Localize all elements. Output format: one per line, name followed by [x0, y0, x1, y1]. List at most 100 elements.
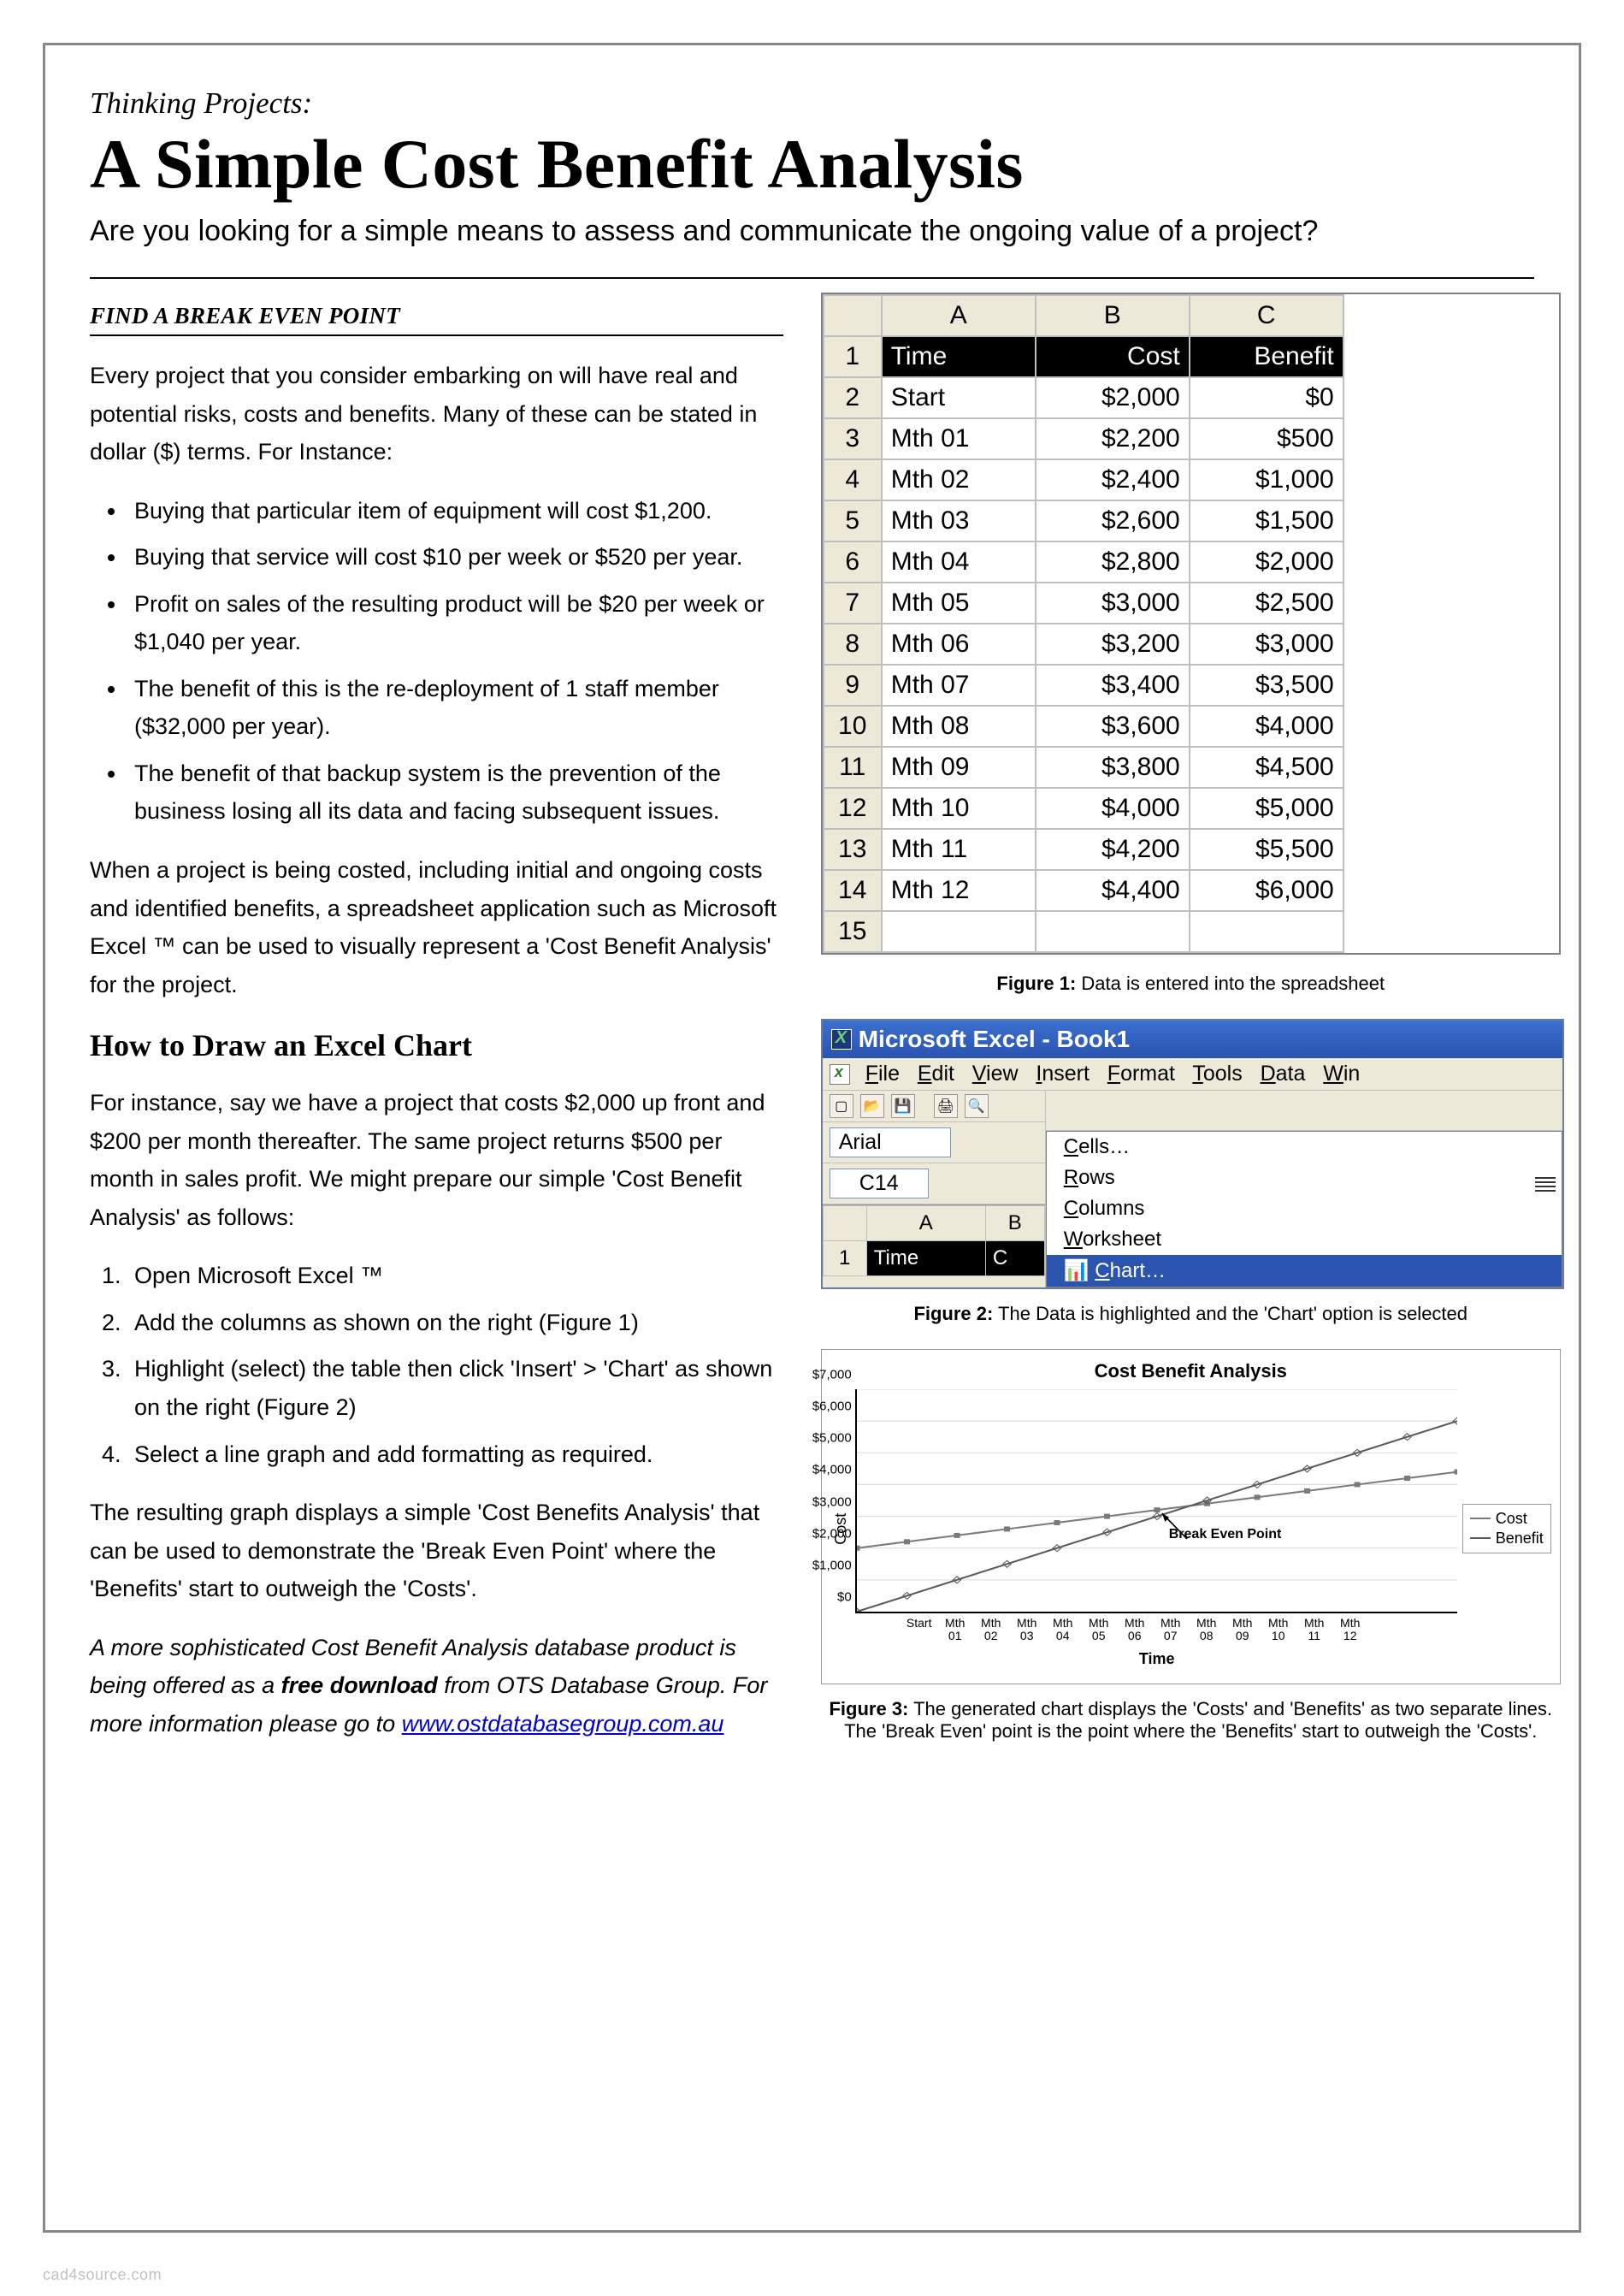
table-cell: Mth 01 — [882, 418, 1036, 459]
chart-title: Cost Benefit Analysis — [830, 1360, 1551, 1382]
print-icon[interactable]: 🖨 — [934, 1094, 958, 1118]
dropdown-item[interactable]: Cells… — [1047, 1132, 1562, 1163]
menu-item[interactable]: Win — [1323, 1062, 1360, 1086]
list-item: Buying that particular item of equipment… — [127, 492, 783, 530]
subtitle: Are you looking for a simple means to as… — [90, 215, 1534, 248]
figure-3-caption: Figure 3: The generated chart displays t… — [821, 1698, 1561, 1743]
table-cell: Mth 08 — [882, 706, 1036, 747]
table-cell: Mth 05 — [882, 583, 1036, 624]
dropdown-item[interactable]: Rows — [1047, 1163, 1562, 1193]
y-tick-label: $5,000 — [812, 1431, 852, 1446]
table-cell: Mth 02 — [882, 459, 1036, 500]
dropdown-item[interactable]: Columns — [1047, 1193, 1562, 1224]
legend-label: Cost — [1496, 1510, 1527, 1528]
divider — [90, 334, 783, 336]
figure-2: Microsoft Excel - Book1 File Edit View I… — [821, 1019, 1564, 1289]
divider — [90, 277, 1534, 279]
table-cell: Mth 09 — [882, 747, 1036, 788]
body-paragraph: Every project that you consider embarkin… — [90, 357, 783, 471]
list-item: Highlight (select) the table then click … — [127, 1350, 783, 1426]
table-cell: $4,500 — [1190, 747, 1343, 788]
legend-label: Benefit — [1496, 1530, 1544, 1547]
table-cell: Mth 10 — [882, 788, 1036, 829]
menu-item[interactable]: Data — [1261, 1062, 1306, 1086]
row-header: 5 — [824, 500, 882, 541]
x-tick-label: Mth02 — [973, 1617, 1009, 1643]
figure-1-caption: Figure 1: Data is entered into the sprea… — [821, 973, 1561, 995]
body-paragraph: The resulting graph displays a simple 'C… — [90, 1494, 783, 1608]
mini-spreadsheet: AB 1TimeC — [823, 1204, 1045, 1276]
body-paragraph: For instance, say we have a project that… — [90, 1084, 783, 1236]
menu-item[interactable]: Edit — [918, 1062, 954, 1086]
table-cell: $3,000 — [1190, 624, 1343, 665]
row-header: 13 — [824, 829, 882, 870]
table-cell: Mth 11 — [882, 829, 1036, 870]
table-cell: $4,000 — [1036, 788, 1190, 829]
table-cell: $5,000 — [1190, 788, 1343, 829]
row-header: 2 — [824, 377, 882, 418]
table-cell: $6,000 — [1190, 870, 1343, 911]
table-cell: Mth 04 — [882, 541, 1036, 583]
row-header: 1 — [824, 336, 882, 377]
excel-doc-icon — [830, 1064, 850, 1085]
menu-item[interactable]: View — [972, 1062, 1019, 1086]
page-title: A Simple Cost Benefit Analysis — [90, 124, 1534, 204]
font-selector[interactable]: Arial — [830, 1127, 951, 1157]
row-header: 14 — [824, 870, 882, 911]
body-paragraph: When a project is being costed, includin… — [90, 851, 783, 1003]
table-cell: $3,800 — [1036, 747, 1190, 788]
table-cell: $2,800 — [1036, 541, 1190, 583]
watermark: cad4source.com — [43, 2266, 162, 2284]
row-header: 11 — [824, 747, 882, 788]
x-tick-label: Start — [901, 1617, 937, 1643]
list-item: Buying that service will cost $10 per we… — [127, 538, 783, 577]
x-tick-label: Mth03 — [1009, 1617, 1045, 1643]
y-tick-label: $7,000 — [812, 1368, 852, 1382]
menu-item[interactable]: File — [865, 1062, 900, 1086]
justify-icon[interactable] — [1535, 1173, 1556, 1198]
chart-annotation: Break Even Point — [1169, 1527, 1282, 1542]
table-cell: $4,400 — [1036, 870, 1190, 911]
row-header: 15 — [824, 911, 882, 952]
list-item: The benefit of this is the re-deployment… — [127, 670, 783, 746]
table-cell: $1,000 — [1190, 459, 1343, 500]
y-tick-label: $2,000 — [812, 1526, 852, 1541]
cell-reference-box[interactable]: C14 — [830, 1169, 929, 1198]
table-cell: $4,000 — [1190, 706, 1343, 747]
table-cell: $0 — [1190, 377, 1343, 418]
list-item: Select a line graph and add formatting a… — [127, 1435, 783, 1474]
list-item: Add the columns as shown on the right (F… — [127, 1304, 783, 1342]
open-icon[interactable]: 📂 — [860, 1094, 884, 1118]
table-cell: Mth 07 — [882, 665, 1036, 706]
dropdown-item[interactable]: Worksheet — [1047, 1224, 1562, 1255]
footer-link[interactable]: www.ostdatabasegroup.com.au — [402, 1711, 724, 1737]
menu-item[interactable]: Format — [1107, 1062, 1175, 1086]
subheading: How to Draw an Excel Chart — [90, 1027, 783, 1063]
row-header: 9 — [824, 665, 882, 706]
list-item: The benefit of that backup system is the… — [127, 754, 783, 831]
row-header: 8 — [824, 624, 882, 665]
table-header-cell: Time — [882, 336, 1036, 377]
table-cell: $3,000 — [1036, 583, 1190, 624]
x-tick-label: Mth12 — [1332, 1617, 1368, 1643]
table-cell: $3,600 — [1036, 706, 1190, 747]
table-cell: $2,500 — [1190, 583, 1343, 624]
chart-legend: Cost Benefit — [1462, 1504, 1551, 1553]
row-header: 4 — [824, 459, 882, 500]
menu-item[interactable]: Tools — [1192, 1062, 1242, 1086]
table-cell: $2,200 — [1036, 418, 1190, 459]
excel-menubar: File Edit View Insert Format Tools Data … — [823, 1058, 1562, 1091]
figure-2-caption: Figure 2: The Data is highlighted and th… — [821, 1303, 1561, 1325]
table-cell: $2,000 — [1036, 377, 1190, 418]
table-header-cell: Cost — [1036, 336, 1190, 377]
menu-item[interactable]: Insert — [1036, 1062, 1090, 1086]
table-cell: $4,200 — [1036, 829, 1190, 870]
dropdown-item[interactable]: 📊 Chart… — [1047, 1255, 1562, 1287]
save-icon[interactable]: 💾 — [891, 1094, 915, 1118]
x-tick-label: Mth07 — [1153, 1617, 1189, 1643]
new-file-icon[interactable]: ▢ — [830, 1094, 853, 1118]
preview-icon[interactable]: 🔍 — [965, 1094, 989, 1118]
x-tick-label: Mth09 — [1225, 1617, 1261, 1643]
y-tick-label: $3,000 — [812, 1494, 852, 1509]
table-cell: Mth 03 — [882, 500, 1036, 541]
